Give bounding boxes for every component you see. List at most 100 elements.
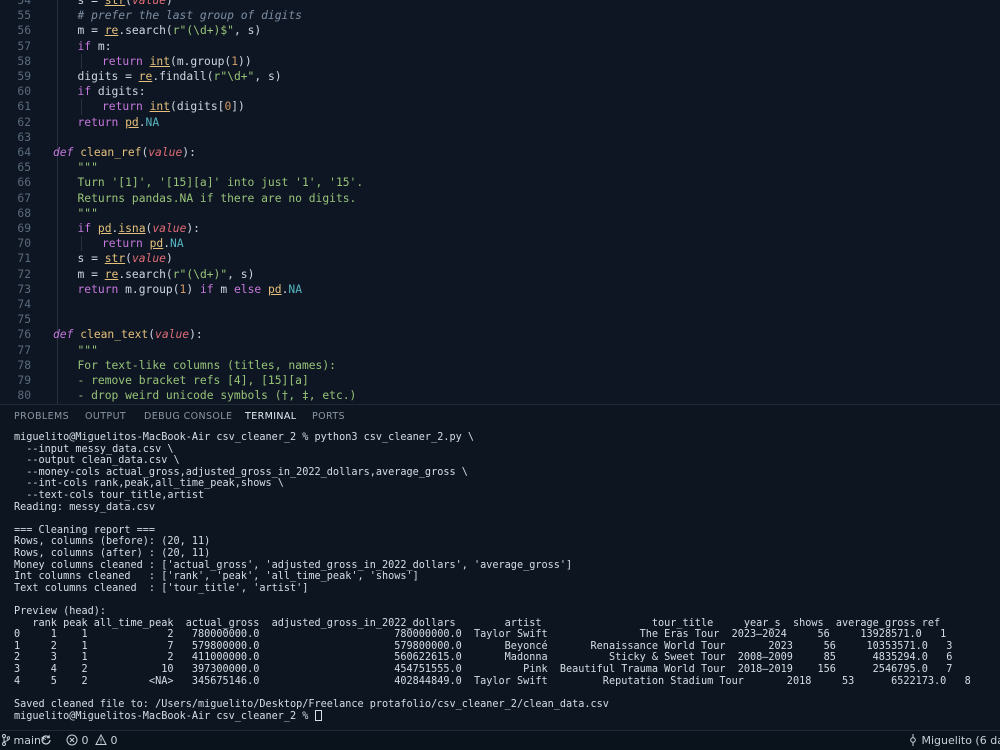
terminal-text: 0 1 1 2 780000000.0 780000000.0 Taylor S… <box>14 629 947 641</box>
tab-output[interactable]: OUTPUT <box>85 411 126 422</box>
code-token: def <box>53 146 81 159</box>
code-token: ): <box>189 328 203 342</box>
terminal-line: Saved cleaned file to: /Users/miguelito/… <box>14 699 609 711</box>
code-line[interactable]: 61 return int(digits[0]) <box>0 99 1000 115</box>
code-text: if digits: <box>78 84 146 99</box>
code-text: return pd.NA <box>102 236 184 251</box>
code-line[interactable]: 72 m = re.search(r"(\d+)", s) <box>0 267 1000 282</box>
line-number: 80 <box>17 389 31 403</box>
code-token: pd <box>149 237 164 251</box>
tab-ports[interactable]: PORTS <box>312 411 345 422</box>
code-token: pd <box>125 115 139 129</box>
code-line[interactable]: 68 """ <box>0 206 1000 221</box>
code-token: ( <box>125 0 132 7</box>
git-commit-icon <box>910 734 916 746</box>
code-line[interactable]: 80 - drop weird unicode symbols (†, ‡, et… <box>0 388 1000 403</box>
code-line[interactable]: 57 if m: <box>0 39 1000 54</box>
code-text: return int(m.group(1)) <box>102 54 252 69</box>
terminal-output[interactable]: miguelito@Miguelitos-MacBook-Air csv_cle… <box>0 428 1000 730</box>
code-text: digits = re.findall(r"\d+", s) <box>78 69 282 84</box>
code-line[interactable]: 60 if digits: <box>0 84 1000 99</box>
code-token: ) <box>186 282 200 296</box>
code-token: (digits[ <box>170 100 225 114</box>
code-line[interactable]: 69 if pd.isna(value): <box>0 221 1000 236</box>
tab-terminal[interactable]: TERMINAL <box>245 411 297 429</box>
code-line[interactable]: 76 def clean_text(value): <box>0 327 1000 342</box>
terminal-line: 3 4 2 10 397300000.0 454751555.0 Pink Be… <box>14 664 952 676</box>
line-number: 60 <box>17 85 31 99</box>
code-token: , s) <box>254 70 282 83</box>
code-text: """ <box>78 343 98 358</box>
line-number: 68 <box>17 206 31 220</box>
code-line[interactable]: 56 m = re.search(r"(\d+)$", s) <box>0 23 1000 38</box>
line-number: 56 <box>17 24 31 38</box>
code-token: str <box>104 0 126 7</box>
code-text: - drop weird unicode symbols (†, ‡, etc.… <box>78 388 357 403</box>
error-icon <box>66 734 78 746</box>
code-line[interactable]: 59 digits = re.findall(r"\d+", s) <box>0 69 1000 84</box>
code-line[interactable]: 54 s = str(value) <box>0 0 1000 8</box>
terminal-text: --output clean_data.csv \ <box>14 455 180 467</box>
code-line[interactable]: 64 def clean_ref(value): <box>0 145 1000 160</box>
problems-indicator[interactable]: 0 0 <box>66 733 118 747</box>
code-line[interactable]: 71 s = str(value) <box>0 251 1000 266</box>
tab-debug-console[interactable]: DEBUG CONSOLE <box>144 411 232 422</box>
code-line[interactable]: 75 <box>0 312 1000 327</box>
code-token: str <box>104 252 126 266</box>
code-token: ): <box>186 222 200 235</box>
terminal-text: 4 5 2 <NA> 345675146.0 402844849.0 Taylo… <box>14 675 971 687</box>
code-text: def clean_text(value): <box>53 327 203 342</box>
code-token: (m.group( <box>170 54 232 68</box>
line-number: 78 <box>17 358 31 372</box>
code-line[interactable]: 65 """ <box>0 160 1000 175</box>
code-token: value <box>152 222 187 235</box>
code-line[interactable]: 62 return pd.NA <box>0 115 1000 130</box>
code-token: value <box>155 328 190 342</box>
line-number: 57 <box>17 39 31 53</box>
git-blame-indicator[interactable]: Miguelito (6 day <box>908 734 1000 747</box>
code-token: re <box>104 24 119 38</box>
terminal-text: Reading: messy_data.csv <box>14 501 156 513</box>
branch-icon <box>2 734 11 746</box>
sync-icon[interactable] <box>40 734 52 747</box>
terminal-line: === Cleaning report === <box>14 525 155 537</box>
status-bar: main* 0 0 Miguelito (6 day <box>0 730 1000 750</box>
code-line[interactable]: 77 """ <box>0 343 1000 358</box>
tab-problems[interactable]: PROBLEMS <box>14 411 69 422</box>
code-line[interactable]: 70 return pd.NA <box>0 236 1000 252</box>
line-number: 67 <box>17 191 31 205</box>
code-line[interactable]: 63 <box>0 130 1000 145</box>
code-token: if <box>77 222 98 235</box>
code-token: return <box>102 100 150 114</box>
code-token: , s) <box>227 267 255 281</box>
terminal-line: --input messy_data.csv \ <box>14 444 173 456</box>
terminal-line: --text-cols tour_title,artist <box>14 490 204 502</box>
code-token: if <box>199 282 221 296</box>
code-line[interactable]: 58 return int(m.group(1)) <box>0 53 1000 69</box>
line-number: 66 <box>17 176 31 190</box>
code-line[interactable]: 55 # prefer the last group of digits <box>0 8 1000 23</box>
code-token: """ <box>77 343 98 357</box>
code-token: m: <box>97 39 112 53</box>
code-line[interactable]: 66 Turn '[1]', '[15][a]' into just '1', '… <box>0 175 1000 190</box>
code-token: NA <box>145 115 160 129</box>
code-token: Turn '[1]', '[15][a]' into just '1', '15… <box>77 176 364 190</box>
code-token: NA <box>170 237 184 251</box>
code-token: digits = <box>77 70 139 83</box>
line-number: 65 <box>17 161 31 175</box>
code-line[interactable]: 74 <box>0 297 1000 312</box>
code-line[interactable]: 79 - remove bracket refs [4], [15][a] <box>0 373 1000 388</box>
code-editor[interactable]: 54 s = str(value) 55 # prefer the last grou… <box>0 0 1000 404</box>
code-token: s = <box>77 252 105 266</box>
terminal-cursor <box>314 710 322 722</box>
line-number: 75 <box>17 313 31 327</box>
code-line[interactable]: 73 return m.group(1) if m else pd.NA <box>0 282 1000 297</box>
code-text: Returns pandas.NA if there are no digits… <box>78 191 357 206</box>
line-number: 69 <box>17 222 31 235</box>
line-number: 61 <box>17 100 31 114</box>
terminal-text: miguelito@Miguelitos-MacBook-Air csv_cle… <box>14 711 315 723</box>
panel-tab-bar: PROBLEMS OUTPUT DEBUG CONSOLE TERMINAL P… <box>0 404 1000 429</box>
code-line[interactable]: 67 Returns pandas.NA if there are no digi… <box>0 191 1000 206</box>
terminal-line: miguelito@Miguelitos-MacBook-Air csv_cle… <box>14 432 474 444</box>
code-line[interactable]: 78 For text-like columns (titles, names): <box>0 358 1000 373</box>
